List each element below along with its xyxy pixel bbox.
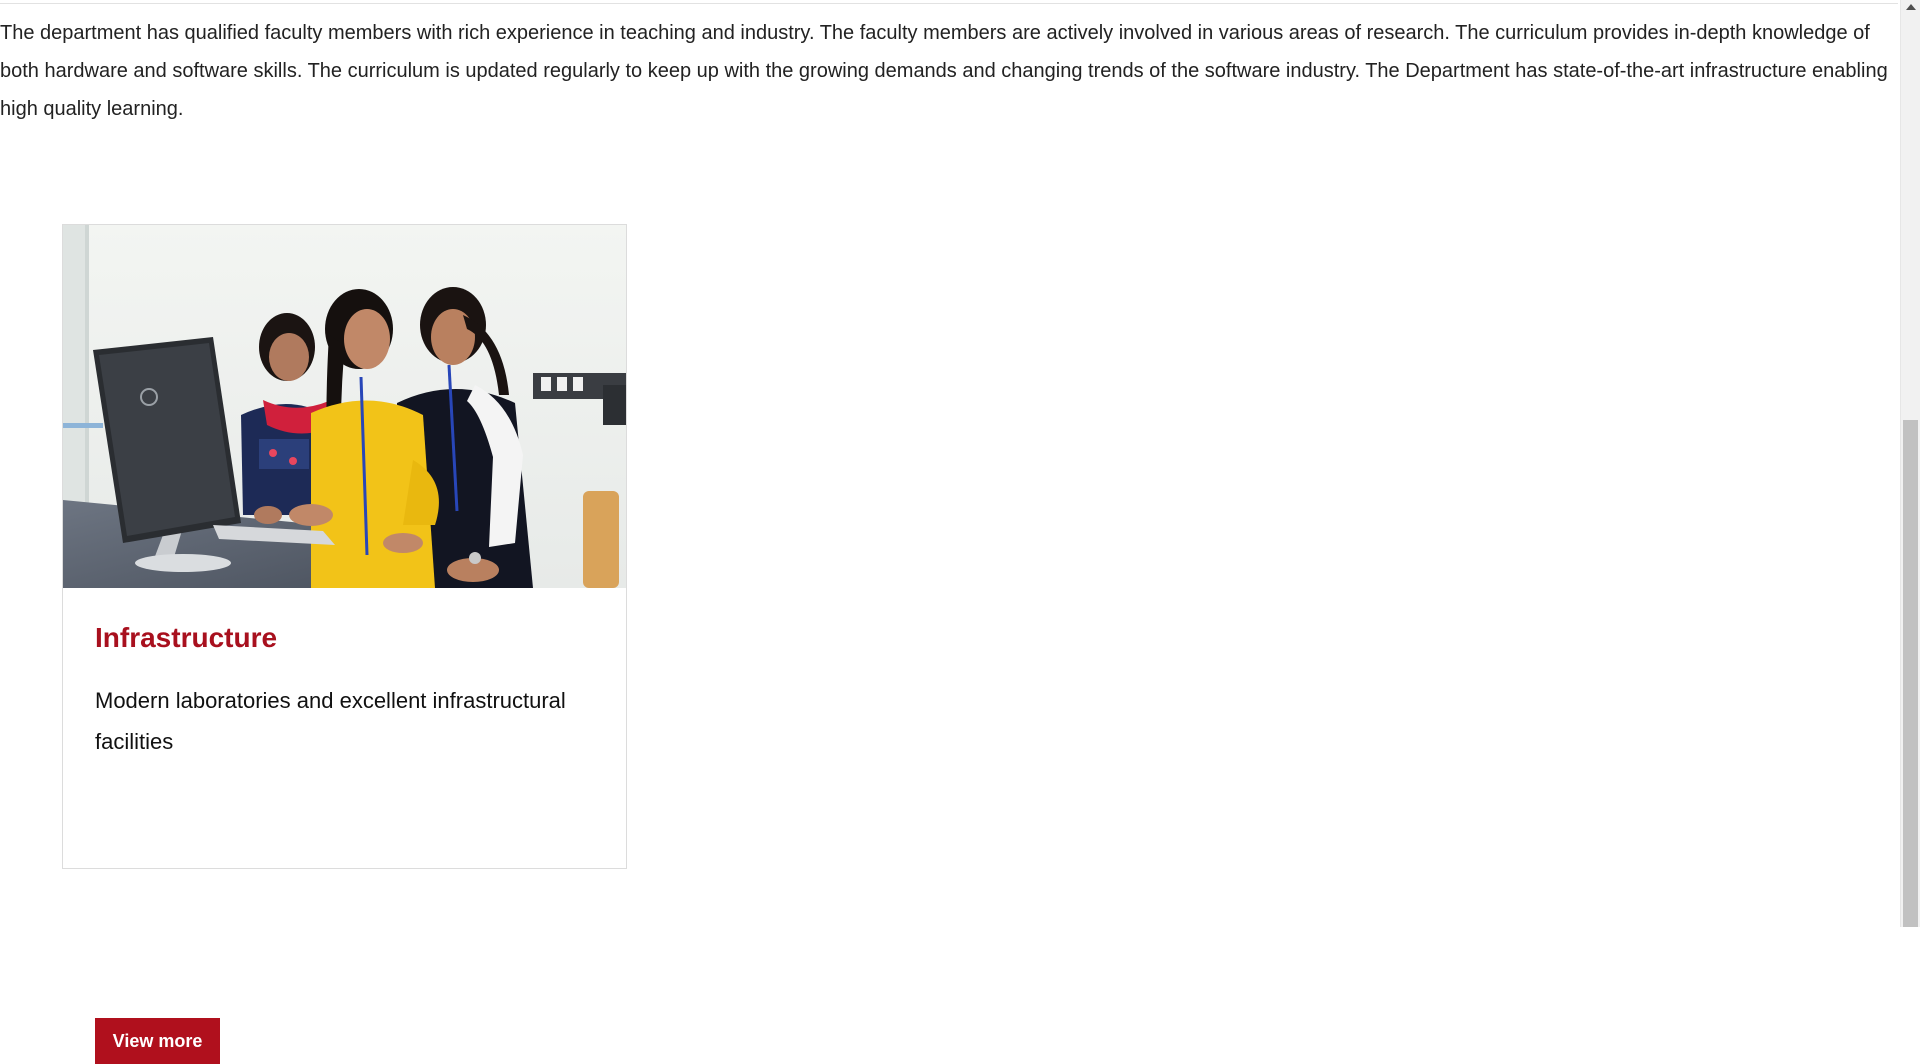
scroll-thumb[interactable] xyxy=(1903,420,1918,927)
intro-paragraph: The department has qualified faculty mem… xyxy=(0,22,1888,120)
vertical-scrollbar[interactable] xyxy=(1900,0,1920,927)
scroll-up-arrow-icon[interactable] xyxy=(1906,4,1916,10)
card-image xyxy=(63,225,626,588)
view-more-button[interactable]: View more xyxy=(95,1018,220,1064)
infrastructure-card: Infrastructure Modern laboratories and e… xyxy=(62,224,627,1064)
main-content: The department has qualified faculty mem… xyxy=(0,0,1898,1064)
card-title: Infrastructure xyxy=(95,622,278,653)
card-description: Modern laboratories and excellent infras… xyxy=(95,688,566,754)
